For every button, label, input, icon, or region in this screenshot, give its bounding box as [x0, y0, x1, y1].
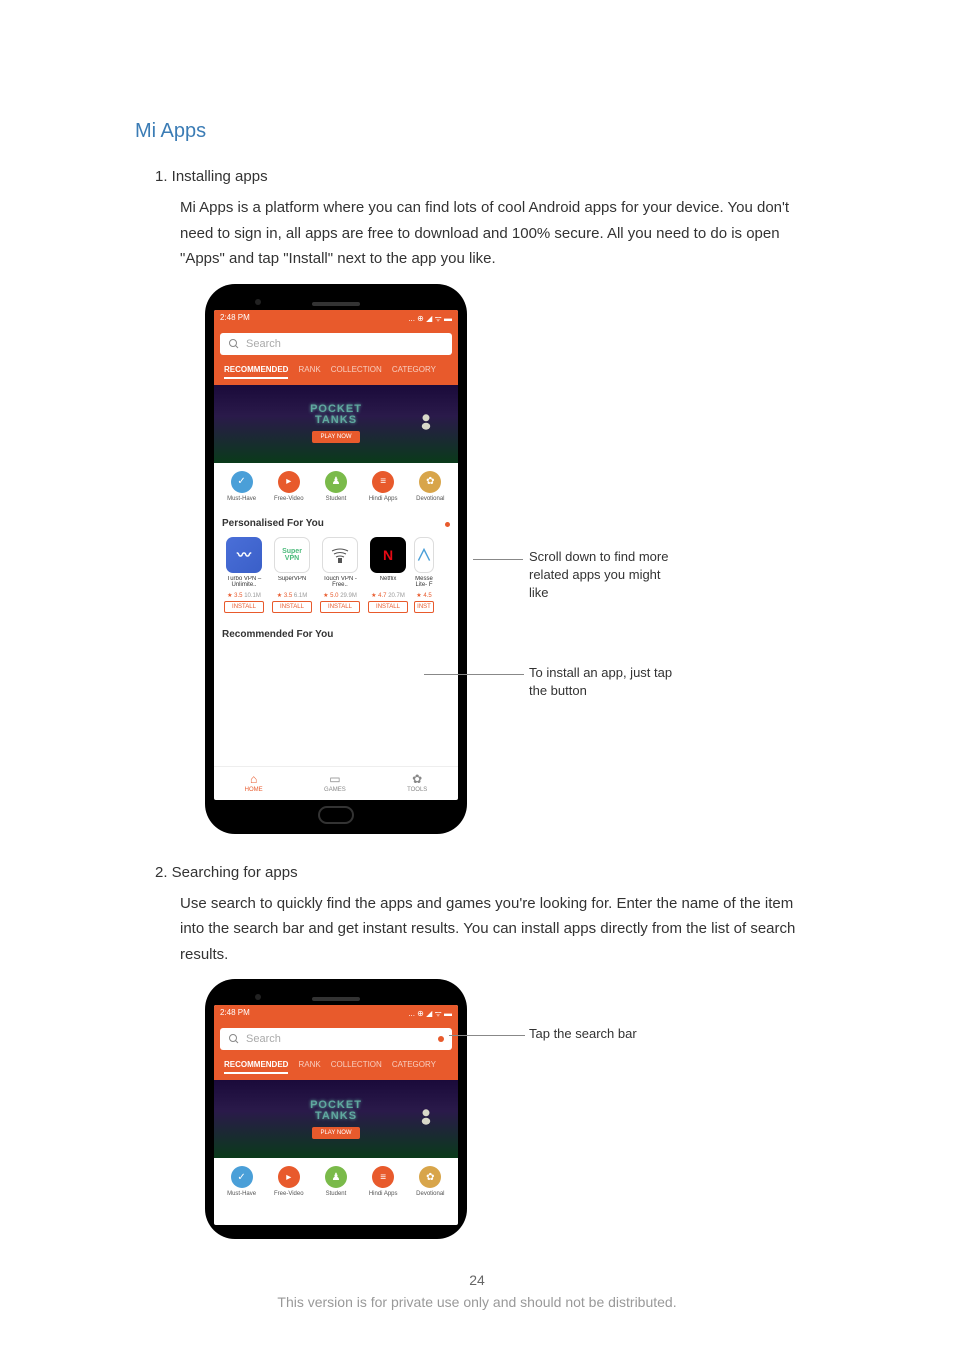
banner-character-icon — [419, 1108, 433, 1126]
recommended-heading: Recommended For You — [214, 621, 458, 648]
footer-disclaimer: This version is for private use only and… — [0, 1294, 954, 1310]
category-hindi[interactable]: ≡Hindi Apps — [361, 471, 405, 502]
hindi-icon: ≡ — [372, 471, 394, 493]
category-freevideo[interactable]: ▸Free-Video — [267, 471, 311, 502]
app-item[interactable]: SuperVPN SuperVPN ★ 3.5 6.1M INSTALL — [270, 537, 314, 613]
install-button[interactable]: INST — [414, 601, 434, 613]
phone-mockup-1: 2:48 PM ... ⊕ ◢ ᯤ ▬ Search RECOMMENDED R… — [205, 284, 467, 834]
status-icons: ... ⊕ ◢ ᯤ ▬ — [408, 313, 452, 324]
callout-search: Tap the search bar — [529, 1025, 637, 1043]
check-icon: ✓ — [231, 471, 253, 493]
tab-rank[interactable]: RANK — [298, 365, 320, 379]
page-title: Mi Apps — [135, 120, 819, 143]
install-button[interactable]: INSTALL — [368, 601, 408, 613]
search-icon — [228, 338, 240, 350]
nav-home[interactable]: ⌂HOME — [245, 772, 263, 793]
category-devotional[interactable]: ✿Devotional — [408, 471, 452, 502]
page-number: 24 — [0, 1272, 954, 1288]
app-item[interactable]: N Netflix ★ 4.7 20.7M INSTALL — [366, 537, 410, 613]
section2-body: Use search to quickly find the apps and … — [180, 891, 819, 968]
phone-mockup-2: 2:48 PM ... ⊕ ◢ ᯤ ▬ Search RECOMMENDED R… — [205, 979, 467, 1239]
app-item[interactable]: Messe Lite- F ★ 4.5 INST — [414, 537, 434, 613]
callout-install: To install an app, just tap the button — [529, 664, 679, 700]
hardware-home-button[interactable] — [318, 806, 354, 824]
tab-category[interactable]: CATEGORY — [392, 365, 436, 379]
section1-body: Mi Apps is a platform where you can find… — [180, 195, 819, 272]
tab-category[interactable]: CATEGORY — [392, 1060, 436, 1074]
tab-collection[interactable]: COLLECTION — [331, 1060, 382, 1074]
tools-icon: ✿ — [407, 772, 427, 786]
banner-line2: TANKS — [315, 415, 357, 426]
app-item[interactable]: 〰 Turbo VPN – Unlimite.. ★ 3.5 10.1M INS… — [222, 537, 266, 613]
category-student[interactable]: ♟Student — [314, 1166, 358, 1197]
tab-recommended[interactable]: RECOMMENDED — [224, 365, 288, 379]
netflix-icon: N — [370, 537, 406, 573]
home-icon: ⌂ — [245, 772, 263, 786]
install-button[interactable]: INSTALL — [320, 601, 360, 613]
personalised-heading: Personalised For You — [214, 510, 458, 537]
tab-collection[interactable]: COLLECTION — [331, 365, 382, 379]
status-bar: 2:48 PM ... ⊕ ◢ ᯤ ▬ — [214, 1005, 458, 1022]
promo-banner[interactable]: POCKET TANKS PLAY NOW — [214, 1080, 458, 1158]
category-musthave[interactable]: ✓Must-Have — [220, 1166, 264, 1197]
category-devotional[interactable]: ✿Devotional — [408, 1166, 452, 1197]
tab-rank[interactable]: RANK — [298, 1060, 320, 1074]
play-now-button[interactable]: PLAY NOW — [312, 1127, 359, 1139]
play-now-button[interactable]: PLAY NOW — [312, 431, 359, 443]
category-hindi[interactable]: ≡Hindi Apps — [361, 1166, 405, 1197]
bottom-nav: ⌂HOME ▭GAMES ✿TOOLS — [214, 766, 458, 798]
status-bar: 2:48 PM ... ⊕ ◢ ᯤ ▬ — [214, 310, 458, 327]
category-musthave[interactable]: ✓Must-Have — [220, 471, 264, 502]
callout-scroll: Scroll down to find more related apps yo… — [529, 548, 679, 603]
section2-heading: 2. Searching for apps — [155, 864, 819, 881]
status-time: 2:48 PM — [220, 313, 250, 324]
devotional-icon: ✿ — [419, 471, 441, 493]
search-input[interactable]: Search — [220, 333, 452, 355]
install-button[interactable]: INSTALL — [272, 601, 312, 613]
search-indicator-dot — [438, 1036, 444, 1042]
banner-character-icon — [419, 413, 433, 431]
nav-tools[interactable]: ✿TOOLS — [407, 772, 427, 793]
turbovpn-icon: 〰 — [226, 537, 262, 573]
app-item[interactable]: Touch VPN -Free.. ★ 5.0 29.9M INSTALL — [318, 537, 362, 613]
category-student[interactable]: ♟Student — [314, 471, 358, 502]
search-icon — [228, 1033, 240, 1045]
scroll-indicator-dot — [445, 522, 450, 527]
video-icon: ▸ — [278, 471, 300, 493]
supervpn-icon: SuperVPN — [274, 537, 310, 573]
nav-games[interactable]: ▭GAMES — [324, 772, 346, 793]
search-placeholder: Search — [246, 338, 281, 350]
student-icon: ♟ — [325, 471, 347, 493]
tab-bar: RECOMMENDED RANK COLLECTION CATEGORY — [220, 361, 452, 385]
search-input[interactable]: Search — [220, 1028, 452, 1050]
messenger-icon — [414, 537, 434, 573]
category-freevideo[interactable]: ▸Free-Video — [267, 1166, 311, 1197]
games-icon: ▭ — [324, 772, 346, 786]
install-button[interactable]: INSTALL — [224, 601, 264, 613]
tab-recommended[interactable]: RECOMMENDED — [224, 1060, 288, 1074]
touchvpn-icon — [322, 537, 358, 573]
promo-banner[interactable]: POCKET TANKS PLAY NOW — [214, 385, 458, 463]
section1-heading: 1. Installing apps — [155, 168, 819, 185]
